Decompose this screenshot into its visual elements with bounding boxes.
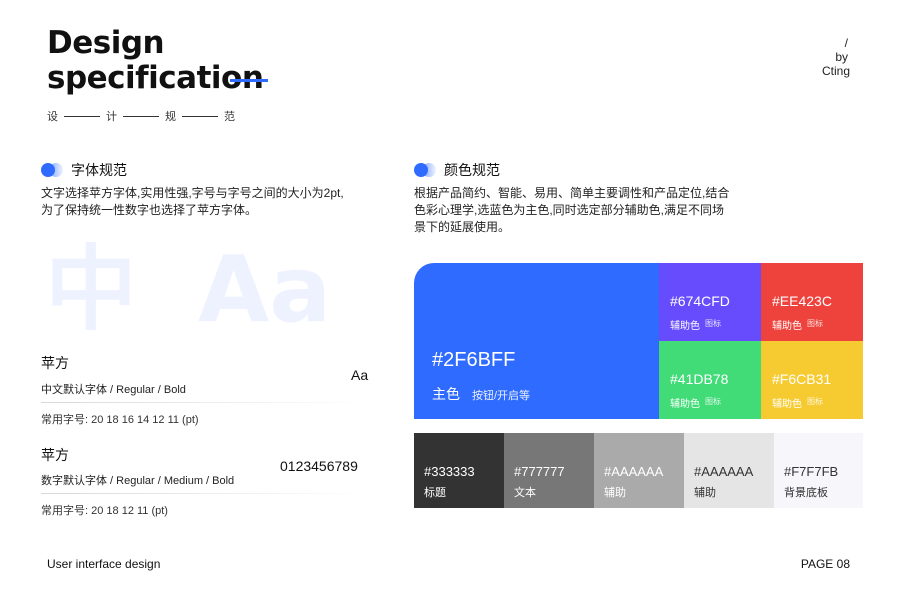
swatch-hex: #777777 — [514, 464, 565, 479]
swatch-sub: 图标 — [807, 319, 823, 328]
big-glyph-cn: 中 — [45, 236, 138, 343]
subtitle-char: 计 — [106, 111, 117, 123]
swatch-hex: #333333 — [424, 464, 475, 479]
swatch-label: 辅助 — [694, 487, 716, 499]
swatch-hex: #41DB78 — [670, 371, 729, 387]
font-section-heading: 字体规范 — [41, 160, 127, 180]
swatch-hex: #2F6BFF — [432, 349, 516, 371]
font-desc: 中文默认字体 / Regular / Bold — [41, 384, 186, 396]
subtitle-char: 设 — [47, 111, 58, 123]
byline-slash: / — [844, 36, 848, 50]
byline-author: Cting — [821, 64, 850, 78]
font-name: 苹方 — [41, 355, 69, 371]
font-sample: 0123456789 — [280, 458, 358, 474]
gray-swatch: #AAAAAA 辅助 — [594, 433, 684, 508]
accent-swatch: #F6CB31 辅助色 图标 — [761, 341, 863, 419]
title-accent-bar — [230, 79, 268, 82]
footer-caption: User interface design — [47, 557, 161, 571]
font-section-description: 文字选择苹方字体,实用性强,字号与字号之间的大小为2pt, 为了保持统一性数字也… — [41, 185, 344, 219]
swatch-label: 背景底板 — [784, 487, 828, 499]
page-title: Design specification — [47, 25, 264, 96]
font-desc-line: 文字选择苹方字体,实用性强,字号与字号之间的大小为2pt, — [41, 186, 344, 200]
subtitle-dash — [123, 115, 159, 117]
swatch-label: 辅助色 — [772, 399, 802, 410]
gray-swatch: #AAAAAA 辅助 — [684, 433, 774, 508]
color-desc-line: 根据产品简约、智能、易用、简单主要调性和产品定位,结合 — [414, 186, 730, 200]
byline: / by Cting — [822, 36, 850, 78]
color-section-title: 颜色规范 — [444, 162, 500, 178]
swatch-label: 标题 — [424, 487, 446, 499]
gray-swatch: #F7F7FB 背景底板 — [774, 433, 863, 508]
accent-swatch: #41DB78 辅助色 图标 — [659, 341, 761, 419]
swatch-hex: #F7F7FB — [784, 464, 839, 479]
swatch-sub: 图标 — [705, 397, 721, 406]
font-sizes: 常用字号: 20 18 12 11 (pt) — [41, 505, 168, 517]
swatch-sub: 图标 — [807, 397, 823, 406]
title-line-1: Design — [47, 25, 165, 61]
gray-swatch: #777777 文本 — [504, 433, 594, 508]
subtitle: 设 计 规 范 — [47, 108, 235, 124]
subtitle-dash — [64, 115, 100, 117]
font-sizes: 常用字号: 20 18 16 14 12 11 (pt) — [41, 414, 199, 426]
accent-swatch: #EE423C 辅助色 图标 — [761, 263, 863, 341]
swatch-label: 辅助 — [604, 487, 626, 499]
color-desc-line: 色彩心理学,选蓝色为主色,同时选定部分辅助色,满足不同场 — [414, 203, 725, 217]
color-section-heading: 颜色规范 — [414, 160, 500, 180]
font-desc-line: 为了保持统一性数字也选择了苹方字体。 — [41, 203, 258, 217]
swatch-sub: 图标 — [705, 319, 721, 328]
byline-by: by — [835, 50, 848, 64]
swatch-hex: #674CFD — [670, 293, 730, 309]
swatch-hex: #F6CB31 — [772, 371, 832, 387]
font-section-title: 字体规范 — [71, 162, 127, 178]
accent-swatch: #674CFD 辅助色 图标 — [659, 263, 761, 341]
font-desc: 数字默认字体 / Regular / Medium / Bold — [41, 475, 235, 487]
swatch-sub: 按钮/开启等 — [472, 390, 531, 402]
swatch-label: 辅助色 — [670, 321, 700, 332]
divider — [41, 493, 371, 494]
font-sample: Aa — [351, 367, 369, 383]
section-dot-icon — [41, 163, 65, 177]
page-number: PAGE 08 — [800, 557, 850, 571]
swatch-label: 文本 — [514, 487, 536, 499]
swatch-label: 辅助色 — [670, 399, 700, 410]
color-section-description: 根据产品简约、智能、易用、简单主要调性和产品定位,结合 色彩心理学,选蓝色为主色… — [414, 185, 729, 236]
big-glyph-latin: Aa — [198, 236, 332, 343]
swatch-hex: #AAAAAA — [694, 464, 754, 479]
section-dot-icon — [414, 163, 438, 177]
subtitle-char: 范 — [224, 111, 235, 123]
divider — [41, 402, 371, 403]
primary-color-swatch: #2F6BFF 主色 按钮/开启等 — [414, 263, 659, 419]
subtitle-dash — [182, 115, 218, 117]
swatch-label: 辅助色 — [772, 321, 802, 332]
swatch-label: 主色 — [432, 386, 460, 402]
font-name: 苹方 — [41, 447, 69, 463]
gray-swatch: #333333 标题 — [414, 433, 504, 508]
color-desc-line: 景下的延展使用。 — [414, 220, 511, 234]
swatch-hex: #EE423C — [772, 293, 832, 309]
subtitle-char: 规 — [165, 111, 176, 123]
swatch-hex: #AAAAAA — [604, 464, 664, 479]
